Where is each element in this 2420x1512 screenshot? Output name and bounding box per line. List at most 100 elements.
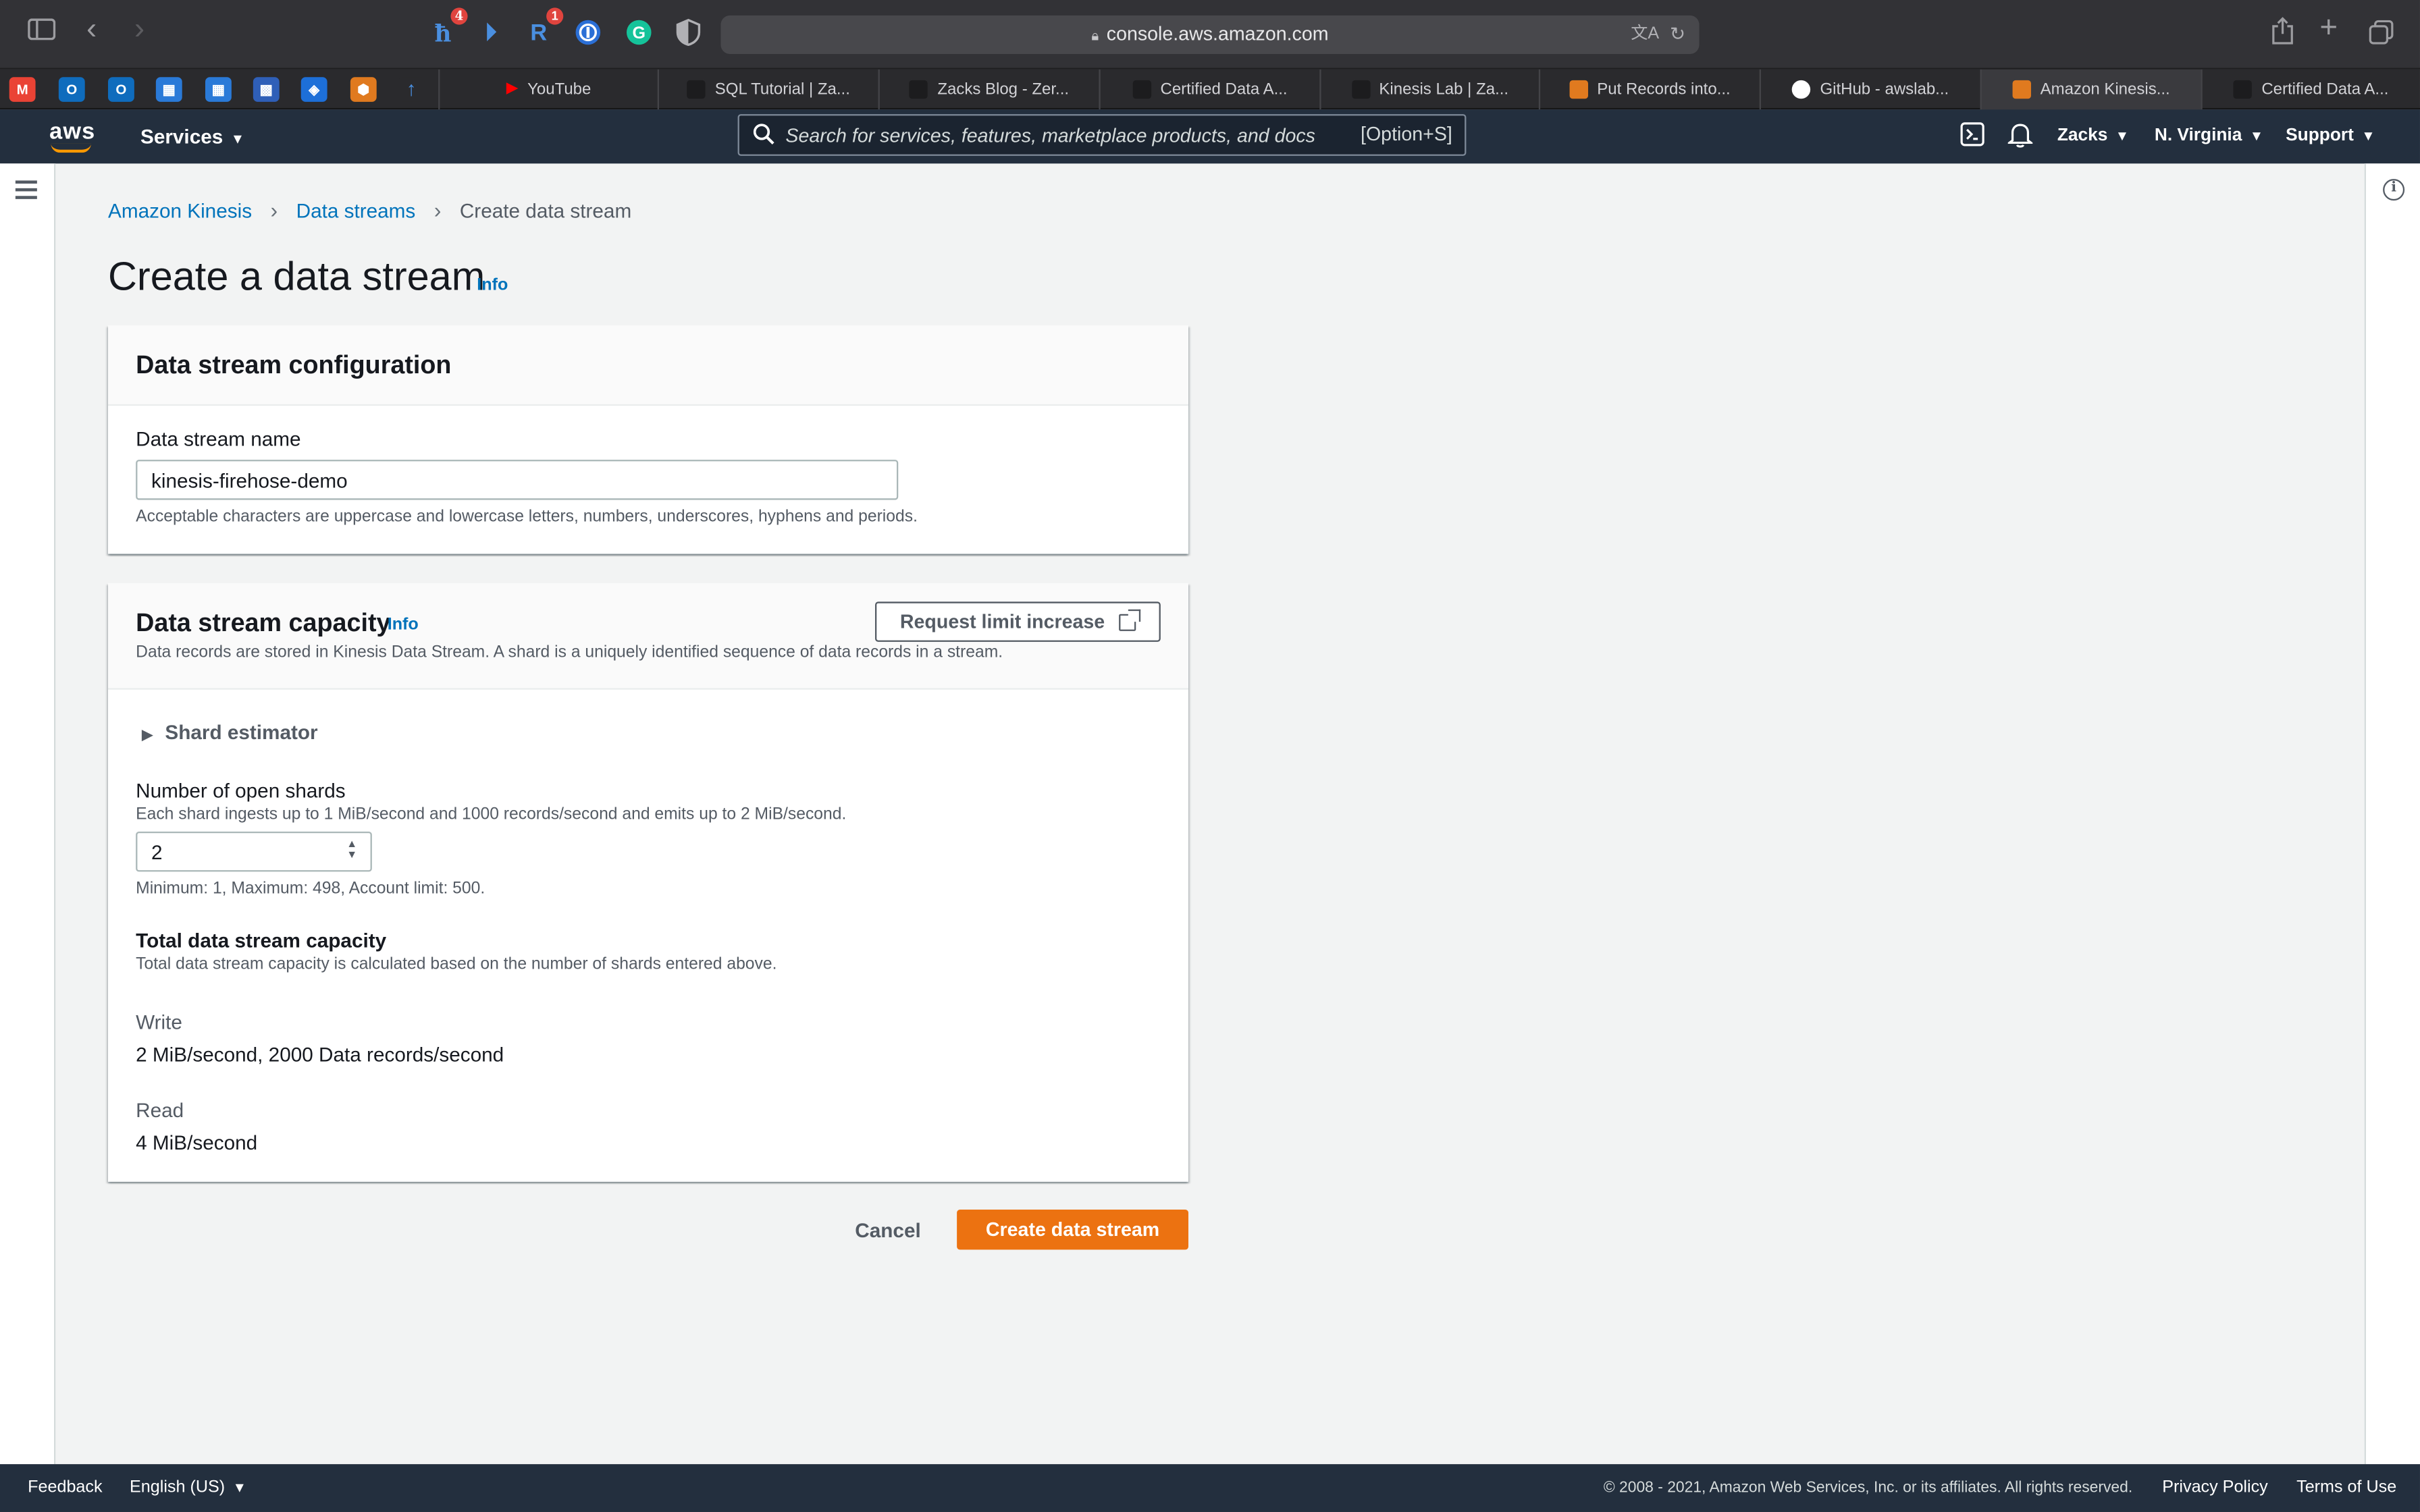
pinned-calendar-icon[interactable]: ▦ — [155, 77, 182, 102]
open-shards-label: Number of open shards — [136, 779, 346, 803]
favicon — [1132, 80, 1151, 99]
shard-estimator-toggle[interactable]: ▶ Shard estimator — [142, 720, 317, 743]
grammarly-extension-icon[interactable]: G — [623, 18, 654, 49]
browser-tab[interactable]: ▶ YouTube — [438, 69, 658, 110]
caret-down-icon: ▼ — [2249, 128, 2264, 144]
browser-tab[interactable]: GitHub - awslab... — [1759, 69, 1980, 110]
create-data-stream-button[interactable]: Create data stream — [957, 1209, 1188, 1250]
capacity-info-link[interactable]: Info — [388, 616, 419, 634]
language-selector[interactable]: English (US) ▼ — [130, 1464, 246, 1512]
privacy-shield-icon[interactable] — [673, 18, 704, 49]
caret-down-icon: ▼ — [230, 131, 245, 147]
browser-tab-active[interactable]: Amazon Kinesis... — [1980, 69, 2201, 110]
services-menu[interactable]: Services ▼ — [140, 109, 244, 167]
forward-icon[interactable]: › — [134, 14, 144, 45]
shards-stepper[interactable]: ▲▼ — [136, 831, 372, 872]
data-stream-capacity-panel: Data stream capacity Info Data records a… — [107, 583, 1188, 1182]
aws-console-header: aws Services▼ [Option+S] Zacks▼ N. Virgi… — [0, 109, 2420, 164]
info-icon[interactable]: i — [2383, 179, 2405, 201]
feedback-link[interactable]: Feedback — [28, 1464, 102, 1512]
shards-limits: Minimum: 1, Maximum: 498, Account limit:… — [136, 879, 485, 898]
console-footer: Feedback English (US) ▼ © 2008 - 2021, Am… — [0, 1464, 2420, 1512]
stepper-arrows-icon[interactable]: ▲ ▼ — [346, 839, 358, 862]
aws-favicon — [2012, 80, 2031, 99]
account-menu[interactable]: Zacks ▼ — [2057, 109, 2129, 163]
pinned-app-icon[interactable]: ◈ — [300, 77, 327, 102]
hamburger-menu-icon[interactable] — [15, 180, 37, 203]
readwise-badge: 1 — [546, 7, 564, 25]
caret-down-icon: ▼ — [2361, 128, 2375, 144]
favicon — [1351, 80, 1370, 99]
region-menu[interactable]: N. Virginia ▼ — [2155, 109, 2263, 163]
read-value: 4 MiB/second — [136, 1131, 258, 1154]
browser-tab[interactable]: Certified Data A... — [2201, 69, 2420, 110]
write-label: Write — [136, 1010, 182, 1034]
browser-tab[interactable]: Put Records into... — [1538, 69, 1760, 110]
favicon — [2234, 80, 2253, 99]
favicon — [910, 80, 928, 99]
chevron-right-icon: › — [270, 197, 278, 223]
pinned-outlook-icon[interactable]: O — [58, 77, 85, 102]
pinned-gmail-icon[interactable]: M — [9, 77, 36, 102]
breadcrumb-current: Create data stream — [459, 198, 632, 221]
stream-name-input[interactable] — [136, 460, 899, 500]
panel-header: Data stream capacity Info Data records a… — [107, 583, 1188, 690]
title-info-link[interactable]: Info — [477, 276, 508, 294]
browser-tab[interactable]: Kinesis Lab | Za... — [1319, 69, 1539, 110]
request-limit-increase-button[interactable]: Request limit increase — [874, 601, 1161, 642]
readwise-extension-icon[interactable]: R1 — [523, 7, 564, 49]
breadcrumb: Amazon Kinesis › Data streams › Create d… — [108, 198, 631, 223]
breadcrumb-amazon-kinesis[interactable]: Amazon Kinesis — [108, 198, 252, 221]
address-text: console.aws.amazon.com — [1106, 23, 1329, 45]
browser-tab[interactable]: SQL Tutorial | Za... — [657, 69, 878, 110]
pinned-arrow-icon[interactable]: ↑ — [398, 77, 425, 102]
search-input[interactable] — [785, 115, 1342, 155]
notifications-bell-icon[interactable] — [2006, 122, 2034, 153]
pinned-aws-icon[interactable]: ⬢ — [350, 77, 377, 102]
chevron-right-icon: › — [433, 197, 442, 223]
share-icon[interactable] — [2272, 17, 2294, 54]
new-tab-icon[interactable]: + — [2319, 12, 2338, 43]
forward-extension-icon[interactable]: ⏵ — [475, 18, 506, 49]
cloudshell-icon[interactable] — [1960, 122, 1985, 151]
honey-badge: 4 — [450, 7, 468, 25]
password-extension-icon[interactable] — [573, 18, 604, 49]
tab-strip: M O O ▦ ▦ ▩ ◈ ⬢ ↑ ▶ YouTube SQL Tutorial … — [0, 69, 2420, 110]
sidebar-toggle-icon[interactable] — [28, 18, 56, 49]
pinned-calendar-icon[interactable]: ▦ — [205, 77, 232, 102]
open-shards-hint: Each shard ingests up to 1 MiB/second an… — [136, 805, 847, 824]
pinned-grid-icon[interactable]: ▩ — [253, 77, 280, 102]
honey-extension-icon[interactable]: ħ4 — [427, 7, 468, 49]
privacy-policy-link[interactable]: Privacy Policy — [2162, 1464, 2267, 1512]
support-menu[interactable]: Support ▼ — [2286, 109, 2375, 163]
caret-right-icon: ▶ — [142, 726, 153, 742]
page-title: Create a data stream — [107, 252, 485, 300]
svg-text:G: G — [633, 24, 646, 43]
browser-toolbar: ‹ › ħ4 ⏵ R1 G 🔒︎ console.aws.amazon.com 文… — [0, 0, 2420, 70]
browser-tab[interactable]: Zacks Blog - Zer... — [878, 69, 1099, 110]
caret-down-icon: ▼ — [2115, 128, 2130, 144]
github-icon — [1792, 80, 1811, 99]
browser-tab[interactable]: Certified Data A... — [1099, 69, 1319, 110]
aws-logo[interactable]: aws — [49, 119, 95, 145]
address-bar[interactable]: 🔒︎ console.aws.amazon.com 文A ↻ — [720, 15, 1700, 54]
left-navigation-rail — [0, 163, 56, 1465]
tab-overview-icon[interactable] — [2369, 20, 2394, 54]
terms-of-use-link[interactable]: Terms of Use — [2296, 1464, 2396, 1512]
search-box[interactable]: [Option+S] — [737, 114, 1467, 156]
lock-icon: 🔒︎ — [1091, 28, 1099, 43]
cancel-button[interactable]: Cancel — [855, 1210, 920, 1249]
write-value: 2 MiB/second, 2000 Data records/second — [136, 1043, 504, 1066]
read-label: Read — [136, 1098, 184, 1122]
shards-input[interactable] — [136, 831, 372, 872]
pinned-outlook-icon[interactable]: O — [107, 77, 134, 102]
translate-icon[interactable]: 文A — [1631, 16, 1659, 54]
copyright: © 2008 - 2021, Amazon Web Services, Inc.… — [1603, 1479, 2133, 1497]
aws-logo-smile — [51, 144, 91, 153]
back-icon[interactable]: ‹ — [86, 14, 97, 45]
panel-header: Data stream configuration — [107, 325, 1188, 406]
stream-name-label: Data stream name — [136, 427, 301, 451]
external-link-icon — [1118, 608, 1140, 630]
breadcrumb-data-streams[interactable]: Data streams — [296, 198, 416, 221]
reload-icon[interactable]: ↻ — [1670, 16, 1685, 54]
